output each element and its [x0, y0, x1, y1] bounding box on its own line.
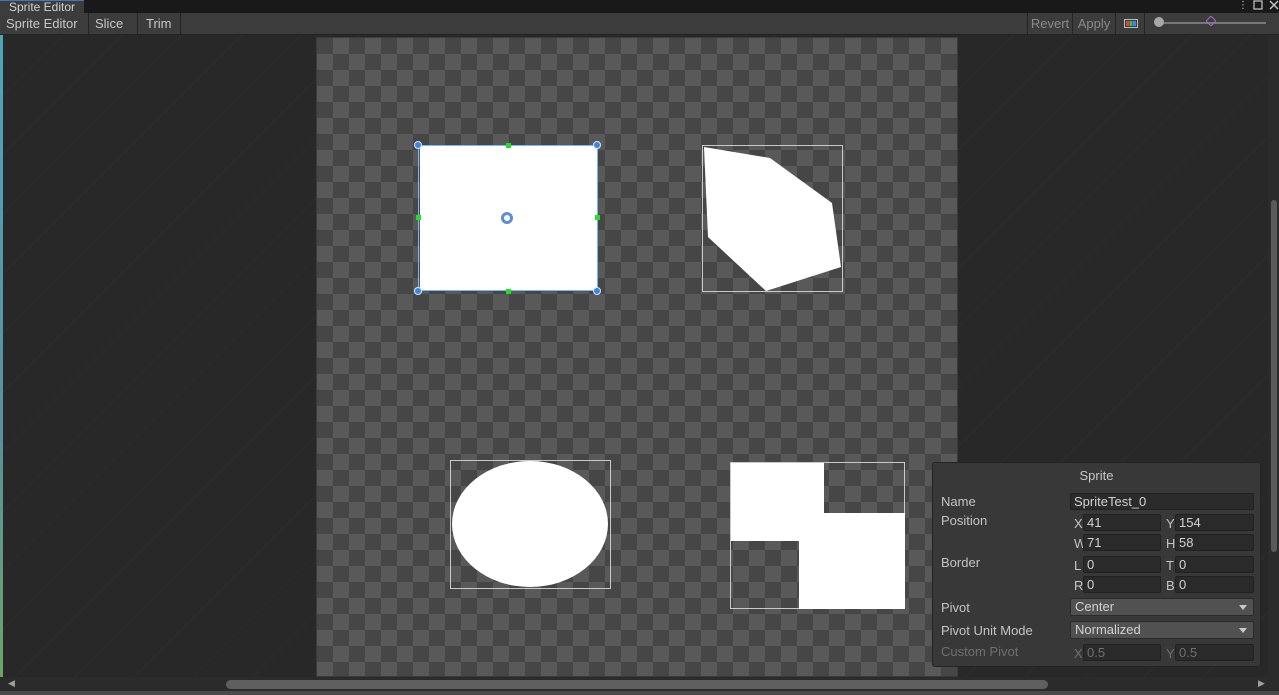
width-field[interactable]: 71 [1083, 534, 1161, 551]
edge-handle-left[interactable] [416, 215, 421, 220]
trim-label: Trim [146, 16, 172, 31]
position-x-field[interactable]: 41 [1083, 514, 1161, 531]
mode-label: Sprite Editor [6, 16, 78, 31]
corner-handle-top-right[interactable] [593, 141, 601, 149]
custom-pivot-y-field: 0.5 [1175, 644, 1254, 661]
pivot-value: Center [1075, 599, 1115, 614]
custom-pivot-label: Custom Pivot [941, 644, 1019, 659]
custom-pivot-y-label: Y [1166, 646, 1175, 661]
pivot-handle[interactable] [501, 212, 513, 224]
border-top-field[interactable]: 0 [1175, 556, 1254, 573]
chevron-down-icon [1239, 605, 1247, 610]
sprite-inspector-panel: Sprite Name SpriteTest_0 Position X 41 Y… [932, 462, 1261, 667]
custom-pivot-x-field: 0.5 [1083, 644, 1161, 661]
name-field[interactable]: SpriteTest_0 [1070, 493, 1254, 510]
y-label: Y [1166, 516, 1175, 531]
toolbar: Sprite Editor Slice Trim Revert Apply [0, 13, 1279, 48]
trim-button[interactable]: Trim [138, 13, 181, 34]
vertical-scroll-thumb[interactable] [1271, 200, 1277, 552]
edge-handle-bottom[interactable] [506, 289, 511, 294]
scroll-right-icon[interactable]: ▶ [1258, 678, 1265, 689]
apply-label: Apply [1077, 16, 1111, 31]
custom-pivot-x-label: X [1074, 646, 1083, 661]
border-right-field[interactable]: 0 [1083, 576, 1161, 593]
edge-handle-right[interactable] [595, 215, 600, 220]
rgb-channel-icon[interactable] [1117, 13, 1145, 34]
border-left-field[interactable]: 0 [1083, 556, 1161, 573]
position-y-field[interactable]: 154 [1175, 514, 1254, 531]
close-icon[interactable] [1269, 0, 1279, 12]
inspector-title: Sprite [1079, 468, 1114, 483]
slice-dropdown[interactable]: Slice [89, 13, 138, 48]
revert-label: Revert [1030, 16, 1070, 31]
corner-handle-bottom-left[interactable] [414, 287, 422, 295]
window-tab[interactable]: Sprite Editor [0, 0, 84, 14]
b-label: B [1166, 578, 1175, 593]
sprite-ellipse-shape [452, 461, 608, 587]
more-vertical-icon[interactable]: ⋮ [1238, 0, 1248, 12]
corner-handle-bottom-right[interactable] [593, 287, 601, 295]
window-title: Sprite Editor [9, 0, 76, 14]
apply-button[interactable]: Apply [1072, 13, 1116, 34]
l-label: L [1074, 558, 1082, 573]
vertical-scrollbar[interactable] [1268, 35, 1279, 677]
x-label: X [1074, 516, 1083, 531]
pivot-unit-mode-dropdown[interactable]: Normalized [1070, 621, 1254, 639]
bottom-strip [0, 691, 1279, 695]
h-label: H [1166, 536, 1176, 551]
border-bottom-field[interactable]: 0 [1175, 576, 1254, 593]
slice-label: Slice [95, 16, 124, 31]
pivot-label: Pivot [941, 600, 970, 615]
maximize-icon[interactable] [1253, 0, 1263, 12]
pivot-unit-mode-label: Pivot Unit Mode [941, 623, 1033, 638]
t-label: T [1166, 558, 1174, 573]
title-bar: Sprite Editor ⋮ [0, 0, 1279, 14]
scroll-left-icon[interactable]: ◀ [8, 678, 15, 689]
pivot-unit-value: Normalized [1075, 622, 1141, 637]
sprite-square-bottom-right [799, 513, 905, 609]
sprite-polygon-shape [704, 147, 841, 291]
corner-handle-top-left[interactable] [414, 141, 422, 149]
horizontal-scroll-thumb[interactable] [226, 680, 1048, 689]
pivot-dropdown[interactable]: Center [1070, 598, 1254, 616]
sprite-editor-mode-dropdown[interactable]: Sprite Editor [0, 13, 89, 48]
border-label: Border [941, 555, 981, 570]
chevron-down-icon [1239, 628, 1247, 633]
edge-handle-top[interactable] [506, 143, 511, 148]
zoom-slider-handle[interactable] [1154, 17, 1164, 27]
horizontal-scrollbar[interactable]: ◀ ▶ [0, 677, 1279, 691]
height-field[interactable]: 58 [1175, 534, 1254, 551]
r-label: R [1074, 578, 1084, 593]
revert-button[interactable]: Revert [1027, 13, 1072, 34]
position-label: Position [941, 513, 988, 528]
name-label: Name [941, 494, 976, 509]
texture-canvas[interactable] [316, 37, 958, 677]
